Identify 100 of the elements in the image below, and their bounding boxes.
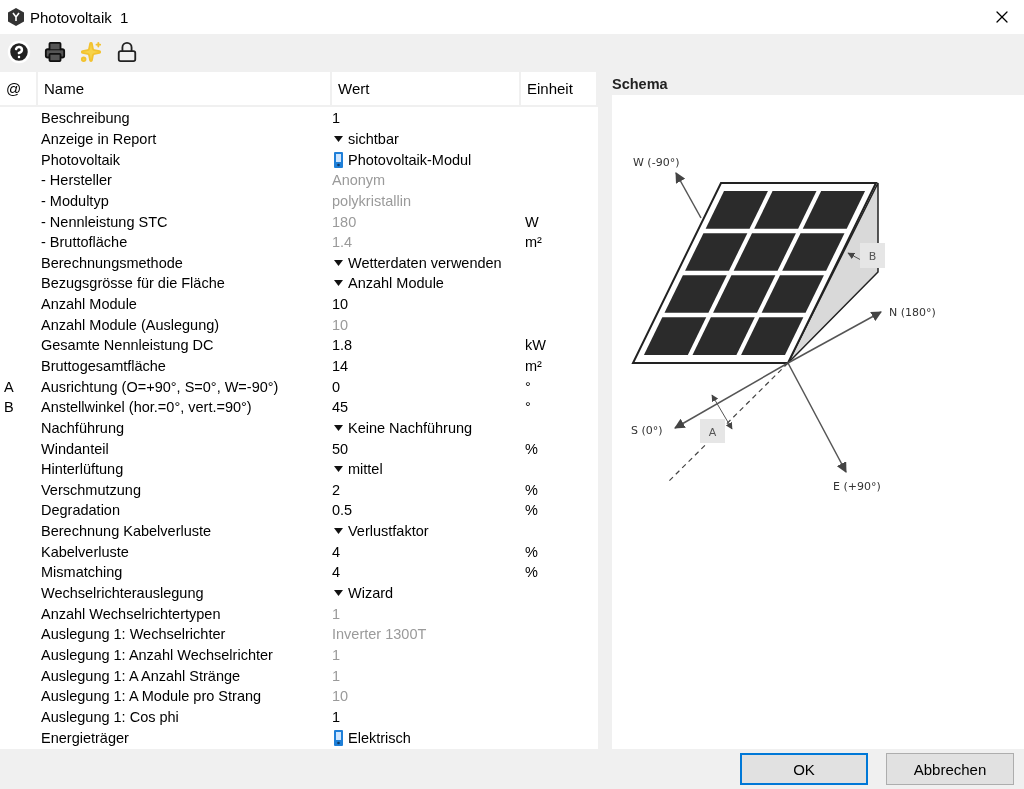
column-header: Wert: [332, 72, 521, 107]
value-text: 1.8: [332, 337, 354, 354]
reference-letter: A: [3, 378, 15, 395]
unit-text: %: [524, 564, 539, 581]
property-name: Beschreibung: [41, 110, 131, 127]
property-name: Kabelverluste: [41, 543, 130, 560]
value-text: 4: [332, 543, 342, 560]
property-name: Anzahl Module: [41, 296, 138, 313]
link-value[interactable]: Photovoltaik-Modul: [332, 151, 521, 168]
value-text: 45: [332, 399, 350, 416]
property-name: Windanteil: [41, 440, 110, 457]
value-text: 180: [332, 213, 358, 230]
property-name: Gesamte Nennleistung DC: [41, 337, 215, 354]
property-name: Auslegung 1: A Module pro Strang: [41, 688, 263, 705]
help-icon: [7, 40, 31, 64]
property-name: Berechnung Kabelverluste: [41, 523, 213, 540]
unit-text: °: [524, 378, 532, 395]
value-text: 1: [332, 646, 342, 663]
value-text: 1: [332, 605, 342, 622]
property-name: Verschmutzung: [41, 481, 142, 498]
north-label: N (180°): [889, 306, 936, 319]
tilt-tag: [860, 243, 885, 268]
value-text: Anonym: [332, 172, 387, 189]
sparkles-icon: [80, 41, 102, 63]
west-arrow: [675, 172, 702, 219]
caret-icon: [334, 528, 343, 535]
value-text: 10: [332, 296, 350, 313]
south-label: S (0°): [631, 424, 663, 437]
window-title: Photovoltaik 1: [30, 8, 130, 26]
print-button[interactable]: [42, 39, 68, 65]
dropdown-value[interactable]: Verlustfaktor: [332, 523, 521, 540]
ok-button[interactable]: OK: [740, 753, 868, 785]
property-name: Mismatching: [41, 564, 124, 581]
unit-text: m²: [524, 358, 543, 374]
caret-icon: [334, 590, 343, 597]
caret-icon: [334, 466, 343, 473]
dropdown-value[interactable]: Wetterdaten verwenden: [332, 254, 521, 271]
lock-icon: [116, 41, 138, 63]
property-name: - Modultyp: [41, 192, 110, 209]
dropdown-value[interactable]: mittel: [332, 461, 521, 478]
unit-text: m²: [524, 234, 543, 251]
property-name: Bezugsgrösse für die Fläche: [41, 275, 226, 292]
value-text: 10: [332, 688, 350, 705]
caret-icon: [334, 135, 343, 142]
value-text: 4: [332, 564, 342, 581]
unit-text: %: [524, 481, 539, 498]
property-name: Energieträger: [41, 729, 130, 746]
caret-icon: [334, 424, 343, 431]
property-name: Nachführung: [41, 419, 126, 436]
column-header: Name: [38, 72, 332, 107]
property-name: Anzahl Wechselrichtertypen: [41, 605, 222, 622]
value-text: 10: [332, 316, 350, 333]
dropdown-value[interactable]: Anzahl Module: [332, 275, 521, 292]
object-icon: [334, 151, 343, 168]
printer-icon: [44, 41, 66, 63]
value-text: 0: [332, 378, 342, 395]
help-button[interactable]: [6, 39, 32, 65]
caret-icon: [334, 259, 343, 266]
caret-icon: [334, 280, 343, 287]
app-logo-icon: [8, 8, 24, 26]
property-name: Anzahl Module (Auslegung): [41, 316, 221, 333]
value-text: 1: [332, 667, 342, 684]
value-text: 14: [332, 358, 350, 374]
property-name: Hinterlüftung: [41, 461, 125, 478]
dropdown-value[interactable]: sichtbar: [332, 130, 521, 147]
dropdown-value[interactable]: Keine Nachführung: [332, 419, 521, 436]
azimuth-tag: [700, 419, 725, 443]
property-name: - Nennleistung STC: [41, 213, 169, 230]
cancel-button[interactable]: Abbrechen: [886, 753, 1014, 785]
property-name: Auslegung 1: A Anzahl Stränge: [41, 667, 242, 684]
object-icon: [334, 729, 343, 746]
property-name: - Hersteller: [41, 172, 113, 189]
property-name: Auslegung 1: Cos phi: [41, 708, 180, 725]
value-text: 1: [332, 110, 342, 127]
column-header: Einheit: [521, 72, 598, 107]
property-name: Berechnungsmethode: [41, 254, 184, 271]
tilt-label: B: [868, 250, 877, 263]
value-text: 50: [332, 440, 350, 457]
property-name: Photovoltaik: [41, 151, 121, 168]
unit-text: %: [524, 440, 539, 457]
link-value[interactable]: Elektrisch: [332, 729, 521, 746]
reference-letter: B: [3, 399, 15, 416]
property-name: Wechselrichterauslegung: [41, 585, 205, 602]
unit-text: %: [524, 543, 539, 560]
azimuth-angle-arrow: [711, 394, 733, 430]
property-name: Anzeige in Report: [41, 130, 158, 147]
dropdown-value[interactable]: Wizard: [332, 585, 521, 602]
column-header: @: [0, 72, 38, 107]
schema-title: Schema: [612, 74, 669, 94]
value-text: 1: [332, 708, 342, 725]
unit-text: kW: [524, 337, 547, 354]
unit-text: %: [524, 502, 539, 519]
value-text: 1.4: [332, 234, 354, 251]
property-name: - Bruttofläche: [41, 234, 129, 251]
property-name: Auslegung 1: Wechselrichter: [41, 626, 227, 643]
value-text: polykristallin: [332, 192, 412, 209]
azimuth-label: A: [708, 426, 717, 439]
value-text: 0.5: [332, 502, 354, 519]
east-label: E (+90°): [833, 480, 881, 493]
value-text: 2: [332, 481, 342, 498]
